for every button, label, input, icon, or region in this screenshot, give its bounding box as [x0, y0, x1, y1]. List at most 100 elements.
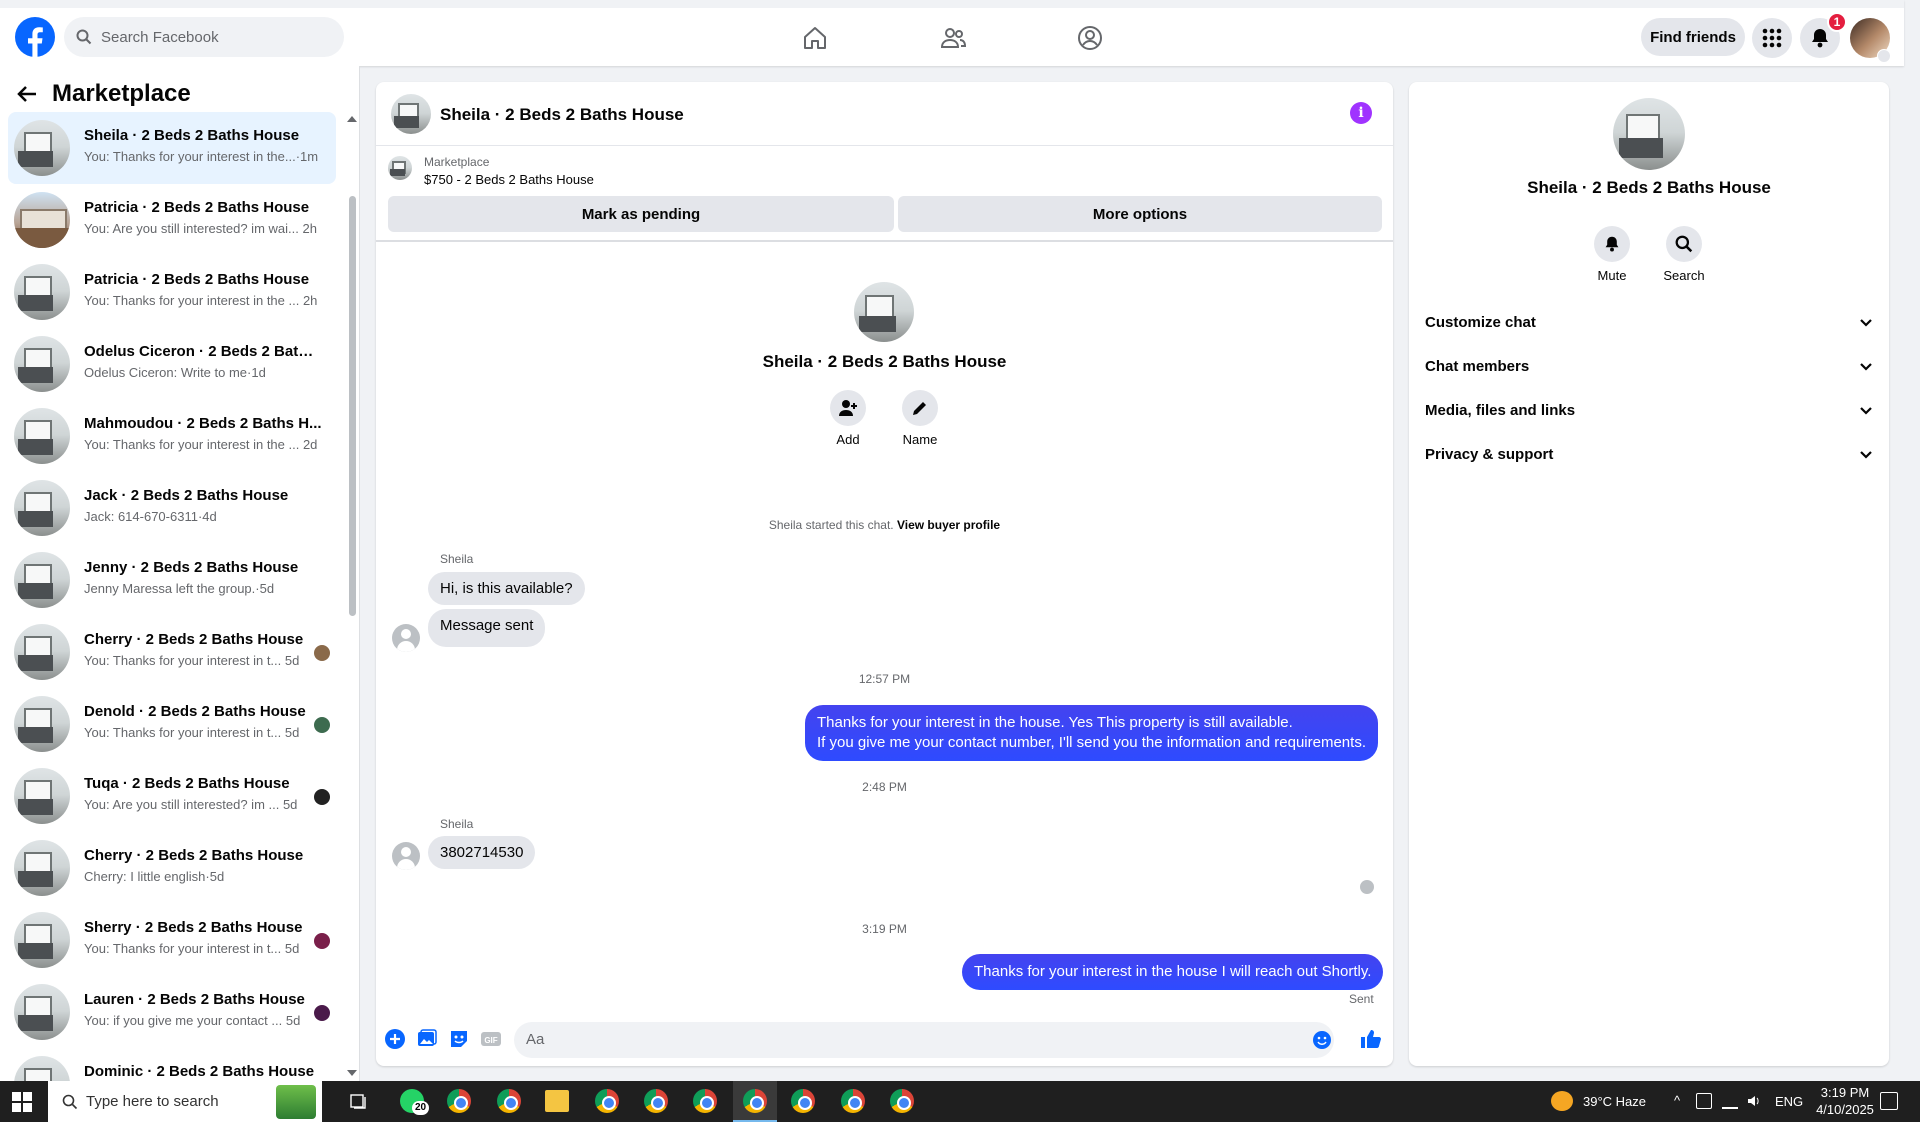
sent-status: Sent — [1349, 992, 1374, 1006]
add-people-button[interactable]: Add — [818, 390, 878, 447]
media-files-links-section[interactable]: Media, files and links — [1425, 388, 1873, 432]
edit-name-button[interactable]: Name — [890, 390, 950, 447]
conversation-item[interactable]: Cherry · 2 Beds 2 Baths House You: Thank… — [8, 616, 336, 688]
chrome-profile-icon[interactable] — [743, 1089, 767, 1113]
chat-members-section[interactable]: Chat members — [1425, 344, 1873, 388]
conversation-preview: Cherry: I little english·5d — [84, 869, 225, 884]
plus-icon[interactable] — [384, 1028, 406, 1050]
incoming-message[interactable]: Hi, is this available? — [428, 572, 585, 605]
conversation-item[interactable]: Lauren · 2 Beds 2 Baths House You: if yo… — [8, 976, 336, 1048]
back-arrow-icon[interactable] — [16, 83, 38, 105]
home-icon[interactable] — [801, 24, 829, 52]
notification-center-icon[interactable] — [1880, 1092, 1898, 1110]
bell-icon — [1812, 29, 1828, 48]
conversation-item[interactable]: Sherry · 2 Beds 2 Baths House You: Thank… — [8, 904, 336, 976]
listing-price[interactable]: $750 - 2 Beds 2 Baths House — [424, 172, 594, 187]
taskbar-search-box[interactable]: Type here to search — [48, 1081, 322, 1122]
conversation-item[interactable]: Denold · 2 Beds 2 Baths House You: Thank… — [8, 688, 336, 760]
conversation-thumbnail — [14, 480, 70, 536]
customize-chat-section[interactable]: Customize chat — [1425, 300, 1873, 344]
profile-circle-icon[interactable] — [1076, 24, 1104, 52]
chrome-profile-icon[interactable] — [644, 1089, 668, 1113]
gif-icon[interactable]: GIF — [480, 1028, 502, 1050]
details-avatar[interactable] — [1613, 98, 1685, 170]
clock-time[interactable]: 3:19 PM — [1814, 1085, 1876, 1100]
facebook-search-input[interactable]: Search Facebook — [64, 17, 344, 57]
view-buyer-profile-link[interactable]: View buyer profile — [897, 518, 1000, 532]
whatsapp-badge: 20 — [412, 1101, 430, 1115]
weather-icon[interactable] — [1551, 1091, 1573, 1111]
conversation-preview: You: Thanks for your interest in the ...… — [84, 437, 318, 452]
windows-start-icon[interactable] — [12, 1092, 32, 1112]
account-chevron-icon[interactable] — [1877, 49, 1891, 63]
conversation-title: Sherry · 2 Beds 2 Baths House — [84, 919, 303, 936]
sender-avatar[interactable] — [392, 842, 420, 870]
incoming-message[interactable]: Message sent — [428, 609, 546, 647]
sender-avatar[interactable] — [392, 624, 420, 652]
network-icon[interactable] — [1722, 1093, 1738, 1109]
tray-overflow-chevron-icon[interactable]: ^ — [1674, 1093, 1680, 1108]
chrome-icon[interactable] — [447, 1089, 471, 1113]
panel-title: Marketplace — [52, 80, 191, 107]
privacy-support-section[interactable]: Privacy & support — [1425, 432, 1873, 476]
conversation-thumbnail — [14, 840, 70, 896]
participant-mini-avatar — [314, 933, 330, 949]
outgoing-message[interactable]: Thanks for your interest in the house. Y… — [805, 705, 1378, 761]
conversation-item[interactable]: Jenny · 2 Beds 2 Baths House Jenny Mares… — [8, 544, 336, 616]
listing-thumbnail[interactable] — [388, 156, 412, 180]
mute-button[interactable]: Mute — [1577, 226, 1647, 283]
sticker-icon[interactable] — [448, 1028, 470, 1050]
photo-icon[interactable] — [416, 1028, 438, 1050]
chrome-profile-icon[interactable] — [890, 1089, 914, 1113]
menu-grid-button[interactable] — [1752, 18, 1792, 58]
conversation-item[interactable]: Dominic · 2 Beds 2 Baths House — [8, 1048, 336, 1081]
conversation-title: Tuqa · 2 Beds 2 Baths House — [84, 775, 290, 792]
conversation-title: Denold · 2 Beds 2 Baths House — [84, 703, 306, 720]
conversation-thumbnail — [14, 1056, 70, 1081]
taskbar-search-placeholder: Type here to search — [86, 1093, 219, 1110]
sender-name: Sheila — [440, 552, 474, 566]
scrollbar-thumb[interactable] — [349, 196, 356, 616]
conversation-item[interactable]: Jack · 2 Beds 2 Baths House Jack: 614-67… — [8, 472, 336, 544]
mark-as-pending-button[interactable]: Mark as pending — [388, 196, 894, 232]
conversation-item[interactable]: Mahmoudou · 2 Beds 2 Baths H... You: Tha… — [8, 400, 336, 472]
chat-title[interactable]: Sheila · 2 Beds 2 Baths House — [440, 105, 684, 125]
friends-icon[interactable] — [939, 24, 967, 52]
chrome-profile-icon[interactable] — [841, 1089, 865, 1113]
conversation-item[interactable]: Tuqa · 2 Beds 2 Baths House You: Are you… — [8, 760, 336, 832]
volume-icon[interactable] — [1746, 1093, 1762, 1109]
participant-mini-avatar — [314, 645, 330, 661]
find-friends-button[interactable]: Find friends — [1641, 18, 1745, 56]
thumbs-up-icon[interactable] — [1360, 1028, 1382, 1050]
scroll-down-arrow-icon[interactable] — [347, 1070, 357, 1076]
conversation-item[interactable]: Odelus Ciceron · 2 Beds 2 Baths ... Odel… — [8, 328, 336, 400]
sender-name: Sheila — [440, 817, 474, 831]
emoji-icon[interactable] — [1312, 1030, 1332, 1050]
conversation-item[interactable]: Cherry · 2 Beds 2 Baths House Cherry: I … — [8, 832, 336, 904]
file-explorer-icon[interactable] — [545, 1090, 569, 1112]
input-language[interactable]: ENG — [1775, 1094, 1803, 1109]
chrome-profile-icon[interactable] — [497, 1089, 521, 1113]
chat-started-notice: Sheila started this chat. View buyer pro… — [376, 518, 1393, 532]
search-in-conversation-button[interactable]: Search — [1649, 226, 1719, 283]
outgoing-message-line: Thanks for your interest in the house. Y… — [817, 714, 1293, 731]
meet-now-icon[interactable] — [1696, 1093, 1712, 1109]
scroll-up-arrow-icon[interactable] — [347, 116, 357, 122]
incoming-message[interactable]: 3802714530 — [428, 836, 536, 869]
facebook-logo-icon[interactable] — [15, 17, 55, 57]
task-view-icon[interactable] — [350, 1092, 368, 1110]
outgoing-message[interactable]: Thanks for your interest in the house I … — [962, 954, 1384, 990]
weather-text[interactable]: 39°C Haze — [1583, 1094, 1646, 1109]
clock-date[interactable]: 4/10/2025 — [1810, 1102, 1880, 1117]
more-options-button[interactable]: More options — [898, 196, 1382, 232]
chrome-profile-icon[interactable] — [595, 1089, 619, 1113]
chat-avatar[interactable] — [391, 94, 431, 134]
chrome-profile-icon[interactable] — [791, 1089, 815, 1113]
info-icon[interactable]: i — [1350, 102, 1372, 124]
marketplace-conversation-list-panel: Marketplace Sheila · 2 Beds 2 Baths Hous… — [0, 66, 360, 1081]
message-input[interactable]: Aa — [514, 1022, 1334, 1058]
chrome-profile-icon[interactable] — [693, 1089, 717, 1113]
conversation-item[interactable]: Patricia · 2 Beds 2 Baths House You: Are… — [8, 184, 336, 256]
conversation-item[interactable]: Patricia · 2 Beds 2 Baths House You: Tha… — [8, 256, 336, 328]
conversation-item[interactable]: Sheila · 2 Beds 2 Baths House You: Thank… — [8, 112, 336, 184]
